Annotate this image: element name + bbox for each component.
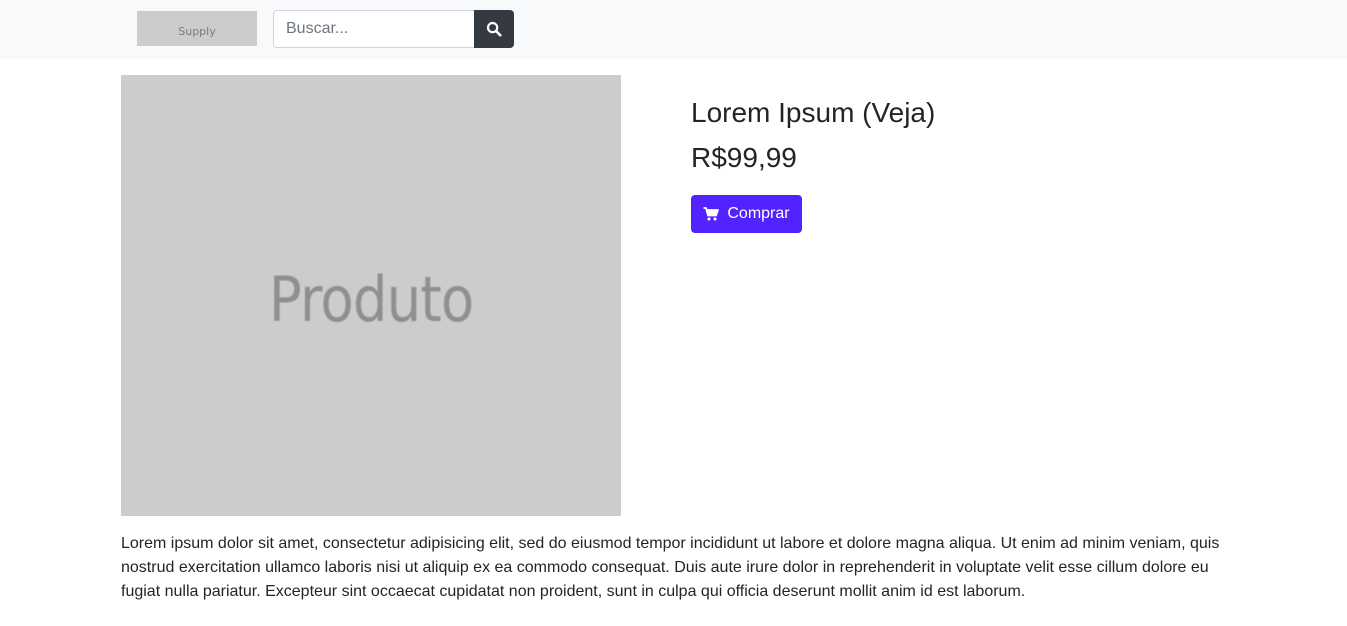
cart-icon: [703, 207, 720, 221]
navbar: Supply: [0, 0, 1347, 59]
search-input[interactable]: [273, 10, 474, 48]
logo[interactable]: Supply: [137, 11, 257, 46]
product-title: Lorem Ipsum (Veja): [691, 97, 936, 128]
product-image: Produto: [121, 75, 621, 516]
search-form: [273, 10, 514, 48]
product-price: R$99,99: [691, 142, 797, 173]
search-icon: [486, 21, 502, 37]
buy-button[interactable]: Comprar: [691, 195, 802, 233]
product-image-label: Produto: [268, 263, 474, 336]
buy-button-label: Comprar: [727, 205, 790, 222]
product-description: Lorem ipsum dolor sit amet, consectetur …: [121, 535, 1220, 600]
logo-text: Supply: [178, 25, 216, 38]
search-button[interactable]: [474, 10, 514, 48]
